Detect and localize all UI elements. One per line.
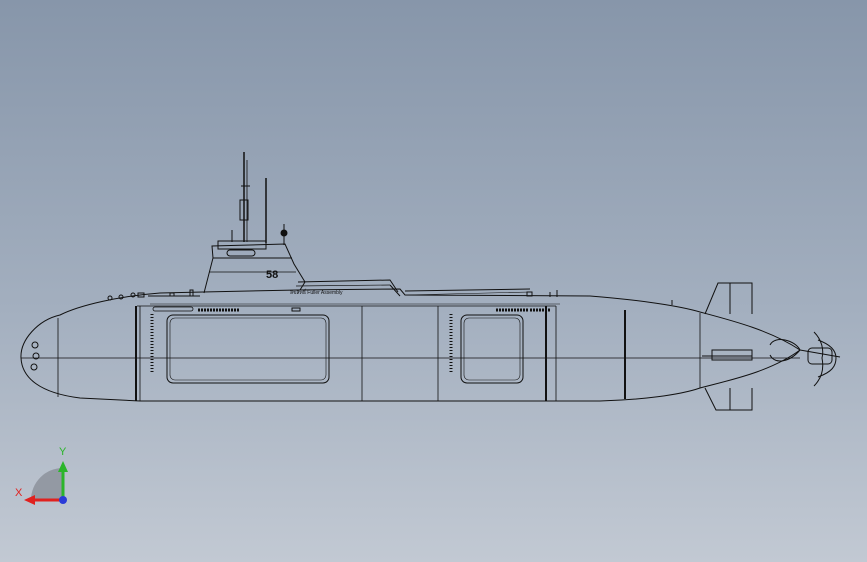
hull-panels (150, 306, 550, 384)
bow-ports (30, 341, 40, 371)
submarine-drawing: 58 ลิขสิทธิ์ Fuller Assembly Y X (15, 152, 841, 505)
x-axis-label: X (15, 487, 23, 499)
y-axis-label: Y (59, 446, 67, 458)
deck-fittings (107, 289, 673, 305)
hull-caption: ลิขสิทธิ์ Fuller Assembly (290, 288, 343, 296)
stern-assembly (702, 282, 841, 411)
coordinate-triad (24, 461, 68, 505)
submarine-hull (20, 288, 801, 402)
cad-viewport[interactable]: 58 ลิขสิทธิ์ Fuller Assembly Y X (0, 0, 867, 562)
hull-number: 58 (266, 269, 278, 281)
sail (203, 152, 531, 297)
